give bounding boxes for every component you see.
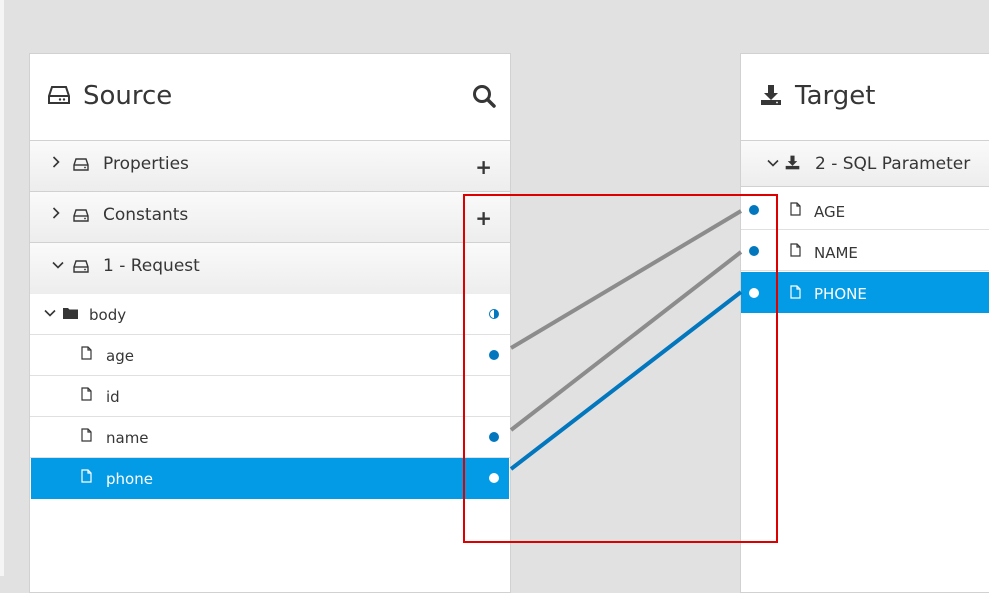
chevron-down-icon[interactable]: [44, 309, 56, 317]
field-label: PHONE: [814, 285, 867, 303]
chevron-right-icon[interactable]: [52, 207, 60, 219]
field-row-id[interactable]: id: [30, 376, 510, 417]
chevron-down-icon[interactable]: [52, 261, 64, 269]
document-sql-parameter[interactable]: 2 - SQL Parameter: [741, 141, 989, 187]
file-icon: [81, 469, 92, 483]
field-label: phone: [106, 470, 153, 488]
document-label: Properties: [103, 154, 189, 174]
chevron-down-icon[interactable]: [767, 159, 779, 167]
field-label: name: [106, 429, 149, 447]
field-row-PHONE[interactable]: PHONE: [741, 272, 989, 313]
file-icon: [81, 387, 92, 401]
document-label: Constants: [103, 205, 189, 225]
field-row-body[interactable]: body: [30, 294, 510, 335]
search-icon[interactable]: [472, 84, 496, 108]
document-properties[interactable]: Properties +: [30, 141, 510, 192]
field-label: NAME: [814, 244, 858, 262]
hard-drive-icon: [73, 158, 89, 171]
field-label: age: [106, 347, 134, 365]
download-icon: [760, 84, 782, 106]
document-label: 2 - SQL Parameter: [815, 154, 971, 174]
document-constants[interactable]: Constants +: [30, 192, 510, 243]
field-label: id: [106, 388, 120, 406]
hard-drive-icon: [73, 209, 89, 222]
left-edge: [0, 0, 4, 576]
field-label: AGE: [814, 203, 846, 221]
download-icon: [785, 155, 800, 170]
field-row-NAME[interactable]: NAME: [741, 230, 989, 271]
document-label: 1 - Request: [103, 256, 200, 276]
field-row-age[interactable]: age: [30, 335, 510, 376]
file-icon: [790, 285, 801, 299]
target-title: Target: [795, 81, 876, 111]
file-icon: [790, 202, 801, 216]
field-row-name[interactable]: name: [30, 417, 510, 458]
target-panel-header: Target: [741, 54, 989, 141]
folder-icon: [63, 307, 78, 319]
file-icon: [790, 243, 801, 257]
add-property-button[interactable]: +: [475, 155, 492, 179]
source-panel-header: Source: [30, 54, 510, 141]
source-panel: Source Properties + Constants + 1 - Requ: [29, 53, 511, 593]
annotation-highlight-box: [463, 194, 778, 543]
file-icon: [81, 428, 92, 442]
source-title: Source: [83, 81, 173, 111]
field-row-AGE[interactable]: AGE: [741, 189, 989, 230]
file-icon: [81, 346, 92, 360]
hard-drive-icon: [48, 86, 70, 104]
document-request[interactable]: 1 - Request: [30, 243, 510, 294]
field-row-phone[interactable]: phone: [31, 458, 509, 499]
chevron-right-icon[interactable]: [52, 156, 60, 168]
field-label: body: [89, 306, 127, 324]
hard-drive-icon: [73, 260, 89, 273]
